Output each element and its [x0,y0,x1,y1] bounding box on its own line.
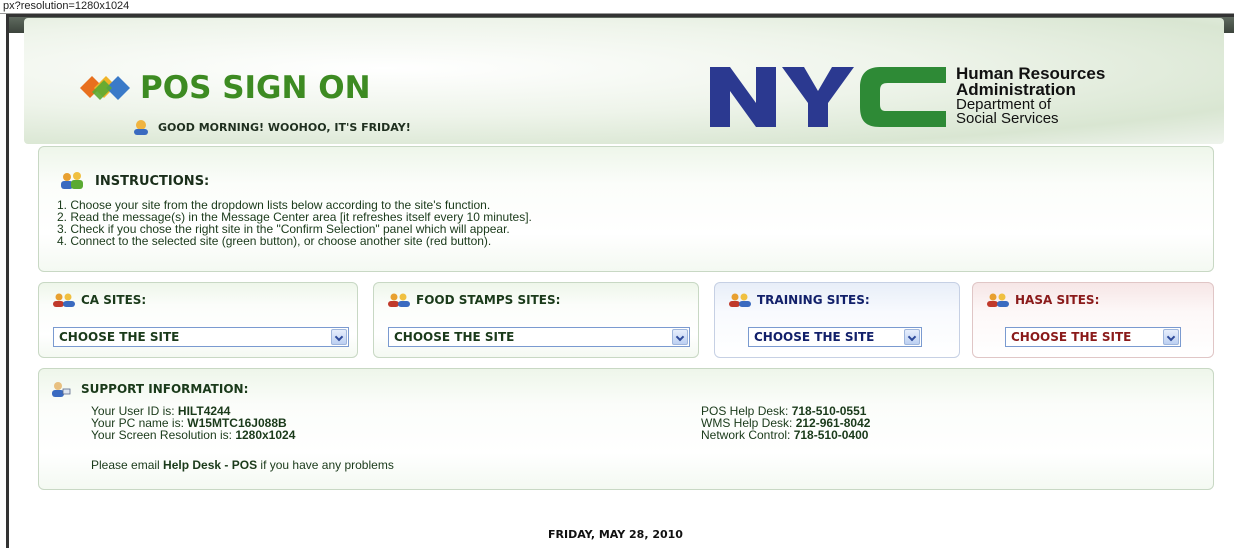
chevron-down-icon[interactable] [904,329,920,345]
training-sites-title: TRAINING SITES: [757,293,870,307]
page-title: POS SIGN ON [140,70,371,106]
group-icon [987,293,1009,307]
ca-sites-heading: CA SITES: [53,293,146,307]
food-stamps-sites-panel: FOOD STAMPS SITES: CHOOSE THE SITE [373,282,699,358]
ca-sites-panel: CA SITES: CHOOSE THE SITE [38,282,358,358]
training-site-selected: CHOOSE THE SITE [754,330,875,344]
nyc-logo [710,67,946,127]
user-info: Your User ID is: HILT4244 Your PC name i… [91,405,295,441]
people-icon [61,172,83,189]
network-control-row: Network Control: 718-510-0400 [701,429,870,441]
email-suffix: if you have any problems [257,458,394,472]
footer-date: FRIDAY, MAY 28, 2010 [548,528,683,541]
email-help-text: Please email Help Desk - POS if you have… [91,458,394,472]
greeting-text: GOOD MORNING! WOOHOO, IT'S FRIDAY! [158,120,411,134]
group-icon [388,293,410,307]
hasa-site-selected: CHOOSE THE SITE [1011,330,1132,344]
support-heading: SUPPORT INFORMATION: [51,381,248,397]
support-icon [52,382,71,397]
ca-sites-title: CA SITES: [81,293,147,307]
address-fragment: px?resolution=1280x1024 [0,0,1234,14]
hasa-sites-panel: HASA SITES: CHOOSE THE SITE [972,282,1214,358]
hasa-sites-heading: HASA SITES: [987,293,1099,307]
food-stamps-site-select[interactable]: CHOOSE THE SITE [388,327,690,347]
group-icon [729,293,751,307]
network-control-value: 718-510-0400 [793,428,869,442]
email-prefix: Please email [91,458,164,472]
food-stamps-sites-title: FOOD STAMPS SITES: [416,293,561,307]
greeting: GOOD MORNING! WOOHOO, IT'S FRIDAY! [132,119,411,135]
resolution-row: Your Screen Resolution is: 1280x1024 [91,429,295,441]
training-sites-heading: TRAINING SITES: [729,293,870,307]
help-desk-info: POS Help Desk: 718-510-0551 WMS Help Des… [701,405,870,441]
pos-logo-icon [80,76,130,100]
network-control-label: Network Control: [701,428,794,442]
ca-site-select[interactable]: CHOOSE THE SITE [53,327,349,347]
training-site-select[interactable]: CHOOSE THE SITE [748,327,922,347]
instruction-item: 4. Connect to the selected site (green b… [57,234,492,248]
resolution-value: 1280x1024 [235,428,296,442]
instructions-list: 1. Choose your site from the dropdown li… [57,199,532,247]
support-title: SUPPORT INFORMATION: [81,382,249,396]
group-icon [53,293,75,307]
food-stamps-site-selected: CHOOSE THE SITE [394,330,515,344]
agency-name: Human Resources Administration Departmen… [956,65,1105,127]
support-panel: SUPPORT INFORMATION: Your User ID is: HI… [38,368,1214,490]
chevron-down-icon[interactable] [331,329,347,345]
user-icon [134,120,148,135]
agency-line4: Social Services [956,110,1059,127]
ca-site-selected: CHOOSE THE SITE [59,330,180,344]
chevron-down-icon[interactable] [1163,329,1179,345]
food-stamps-sites-heading: FOOD STAMPS SITES: [388,293,560,307]
help-desk-email-link[interactable]: Help Desk - POS [163,458,257,472]
instructions-panel: INSTRUCTIONS: 1. Choose your site from t… [38,146,1214,272]
page-header: POS SIGN ON GOOD MORNING! WOOHOO, IT'S F… [24,18,1224,144]
training-sites-panel: TRAINING SITES: CHOOSE THE SITE [714,282,960,358]
resolution-label: Your Screen Resolution is: [91,428,236,442]
hasa-site-select[interactable]: CHOOSE THE SITE [1005,327,1181,347]
instructions-title: INSTRUCTIONS: [95,173,210,189]
instructions-heading: INSTRUCTIONS: [59,171,209,191]
chevron-down-icon[interactable] [672,329,688,345]
hasa-sites-title: HASA SITES: [1015,293,1100,307]
